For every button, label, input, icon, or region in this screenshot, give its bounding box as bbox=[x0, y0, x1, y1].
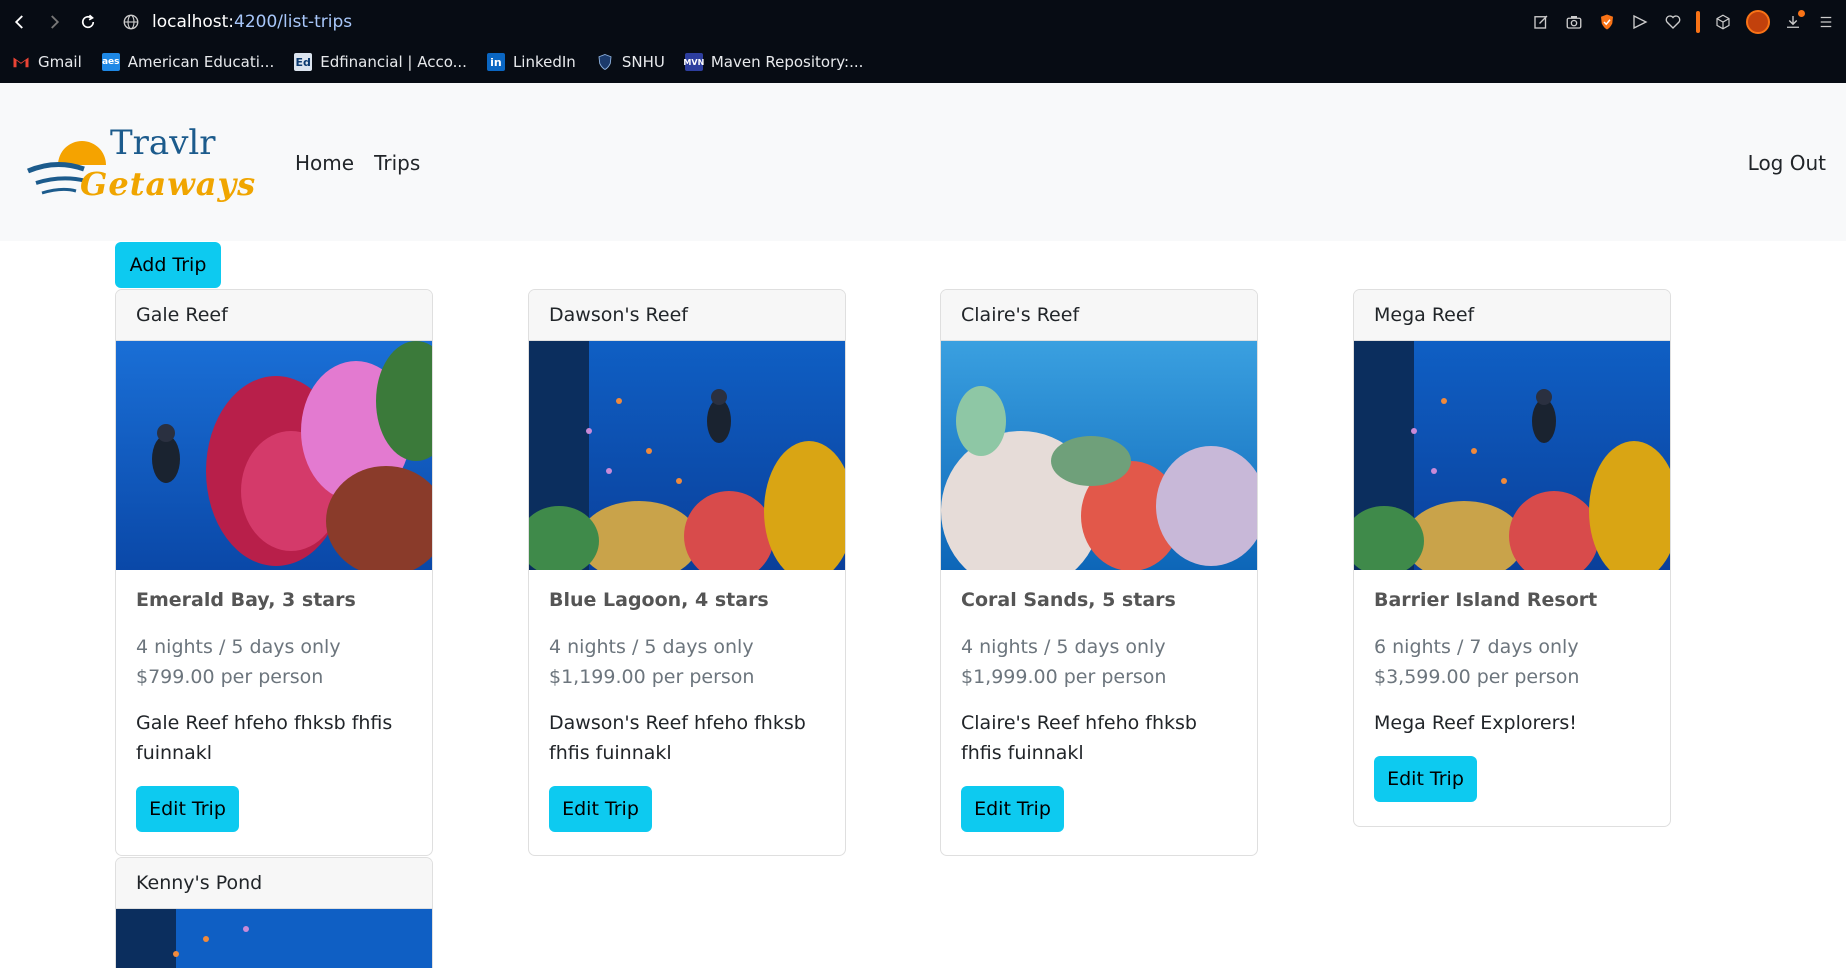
trip-description: Mega Reef Explorers! bbox=[1374, 712, 1577, 734]
trip-image bbox=[116, 909, 432, 968]
url-path: 4200/list-trips bbox=[234, 12, 353, 32]
trip-image bbox=[116, 341, 432, 570]
url-host: localhost: bbox=[152, 12, 235, 32]
trip-description: Dawson's Reef hfeho fhksb fhfis fuinnakl bbox=[549, 712, 806, 764]
add-trip-button[interactable]: Add Trip bbox=[115, 242, 221, 288]
maven-icon: MVN bbox=[683, 53, 704, 71]
address-row: localhost: 4200/list-trips bbox=[0, 0, 1846, 44]
trip-card: Dawson's Reef Blue Lagoon, 4 stars 4 nig… bbox=[528, 289, 846, 856]
trip-image bbox=[529, 341, 845, 570]
profile-avatar-icon[interactable] bbox=[1746, 10, 1770, 34]
bookmark-edfinancial[interactable]: Ed Edfinancial | Acco... bbox=[294, 53, 467, 71]
trip-name: Claire's Reef bbox=[941, 290, 1257, 341]
menu-icon[interactable] bbox=[1816, 12, 1836, 32]
trip-price: 4 nights / 5 days only $1,199.00 per per… bbox=[549, 636, 755, 688]
trip-card: Mega Reef Barrier Island Resort 6 nights… bbox=[1353, 289, 1671, 827]
camera-icon[interactable] bbox=[1564, 12, 1584, 32]
bookmark-maven[interactable]: MVN Maven Repository:... bbox=[683, 53, 863, 71]
address-bar[interactable]: localhost: 4200/list-trips bbox=[122, 10, 352, 34]
trip-name: Gale Reef bbox=[116, 290, 432, 341]
bookmark-american-education[interactable]: aes American Educati... bbox=[101, 53, 274, 71]
brand-title: Travlr bbox=[110, 123, 216, 163]
extensions-cube-icon[interactable] bbox=[1713, 12, 1733, 32]
trip-resort: Barrier Island Resort bbox=[1374, 589, 1598, 611]
trip-image bbox=[941, 341, 1257, 570]
trip-card: Kenny's Pond bbox=[115, 857, 433, 968]
app-navbar: Travlr Getaways Home Trips Log Out bbox=[0, 83, 1846, 241]
trip-resort: Emerald Bay, 3 stars bbox=[136, 589, 356, 611]
trip-name: Mega Reef bbox=[1354, 290, 1670, 341]
bookmarks-bar: Gmail aes American Educati... Ed Edfinan… bbox=[0, 46, 863, 78]
nav-link-home[interactable]: Home bbox=[295, 151, 354, 175]
edit-trip-button[interactable]: Edit Trip bbox=[549, 786, 652, 832]
shield-brave-icon[interactable] bbox=[1597, 12, 1617, 32]
trip-description: Gale Reef hfeho fhksb fhfis fuinnakl bbox=[136, 712, 393, 764]
browser-toolbar bbox=[1531, 9, 1836, 35]
brand-subtitle: Getaways bbox=[80, 165, 257, 203]
trip-resort: Coral Sands, 5 stars bbox=[961, 589, 1176, 611]
gmail-icon bbox=[12, 53, 30, 71]
edit-trip-button[interactable]: Edit Trip bbox=[1374, 756, 1477, 802]
brand-logo[interactable]: Travlr Getaways bbox=[26, 119, 256, 203]
heart-icon[interactable] bbox=[1663, 12, 1683, 32]
reload-icon[interactable] bbox=[76, 10, 100, 34]
edit-trip-button[interactable]: Edit Trip bbox=[136, 786, 239, 832]
trip-price: 6 nights / 7 days only $3,599.00 per per… bbox=[1374, 636, 1580, 688]
trip-description: Claire's Reef hfeho fhksb fhfis fuinnakl bbox=[961, 712, 1197, 764]
bookmark-gmail[interactable]: Gmail bbox=[12, 53, 82, 71]
linkedin-icon: in bbox=[486, 53, 505, 71]
nav-link-trips[interactable]: Trips bbox=[374, 151, 420, 175]
trip-resort: Blue Lagoon, 4 stars bbox=[549, 589, 769, 611]
send-icon[interactable] bbox=[1630, 12, 1650, 32]
bookmark-linkedin[interactable]: in LinkedIn bbox=[486, 53, 576, 71]
trip-image bbox=[1354, 341, 1670, 570]
trip-price: 4 nights / 5 days only $799.00 per perso… bbox=[136, 636, 341, 688]
bookmark-snhu[interactable]: SNHU bbox=[596, 53, 665, 71]
edit-page-icon[interactable] bbox=[1531, 12, 1551, 32]
trip-card: Gale Reef Emerald Bay, 3 stars 4 nights … bbox=[115, 289, 433, 856]
aes-icon: aes bbox=[101, 53, 120, 71]
download-icon[interactable] bbox=[1783, 10, 1805, 32]
logout-link[interactable]: Log Out bbox=[1748, 151, 1826, 175]
browser-chrome: localhost: 4200/list-trips Gmail aes Amer… bbox=[0, 0, 1846, 83]
forward-icon[interactable] bbox=[42, 10, 66, 34]
globe-icon bbox=[123, 14, 139, 30]
back-icon[interactable] bbox=[8, 10, 32, 34]
edfinancial-icon: Ed bbox=[294, 53, 313, 71]
nav-links: Home Trips bbox=[295, 151, 420, 175]
trip-price: 4 nights / 5 days only $1,999.00 per per… bbox=[961, 636, 1167, 688]
snhu-shield-icon bbox=[596, 53, 614, 71]
edit-trip-button[interactable]: Edit Trip bbox=[961, 786, 1064, 832]
trip-name: Kenny's Pond bbox=[116, 858, 432, 909]
toolbar-divider bbox=[1696, 11, 1700, 33]
trip-name: Dawson's Reef bbox=[529, 290, 845, 341]
trip-card: Claire's Reef Coral Sands, 5 stars 4 nig… bbox=[940, 289, 1258, 856]
